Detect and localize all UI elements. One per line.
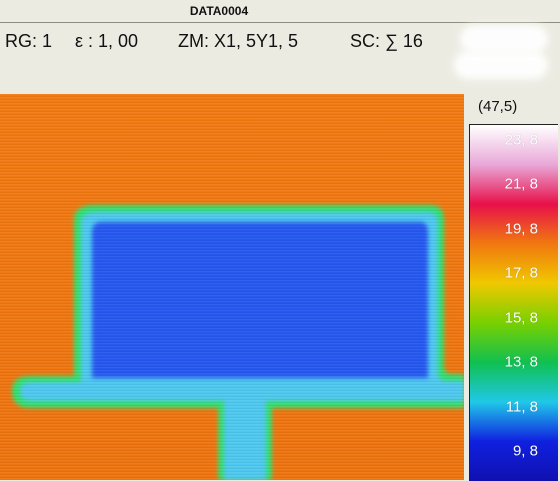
scale-label: 15, 8 [504,309,538,327]
thermal-image-canvas [0,94,464,480]
sum-readout: SC: ∑ 16 [350,31,423,51]
status-bar: RG: 1 ε : 1, 00 ZM: X1, 5Y1, 5 SC: ∑ 16 [0,23,560,93]
temperature-scale: (47,5) 23, 8 21, 8 19, 8 17, 8 15, 8 13, 8 11,… [464,94,560,481]
scale-label: 17, 8 [504,264,538,282]
scale-max-value: (47,5) [478,98,518,115]
scale-label: 11, 8 [505,398,538,416]
window-title: DATA0004 [189,4,249,18]
scale-label: 23, 8 [504,131,538,149]
range-readout: RG: 1 [5,31,53,51]
thermal-image[interactable] [0,94,464,480]
scanline-noise [0,94,464,480]
scale-label: 9, 8 [512,442,538,460]
scale-label: 19, 8 [504,220,538,238]
scale-label: 21, 8 [504,175,538,193]
redacted-area-bottom [460,57,542,73]
scale-label: 13, 8 [504,353,538,371]
zoom-readout: ZM: X1, 5Y1, 5 [178,31,299,51]
redacted-area-top [466,31,542,47]
color-scale-bar: 23, 8 21, 8 19, 8 17, 8 15, 8 13, 8 11, 8 9, 8 [469,124,558,481]
title-bar: DATA0004 [0,0,560,23]
emissivity-readout: ε : 1, 00 [75,31,139,51]
